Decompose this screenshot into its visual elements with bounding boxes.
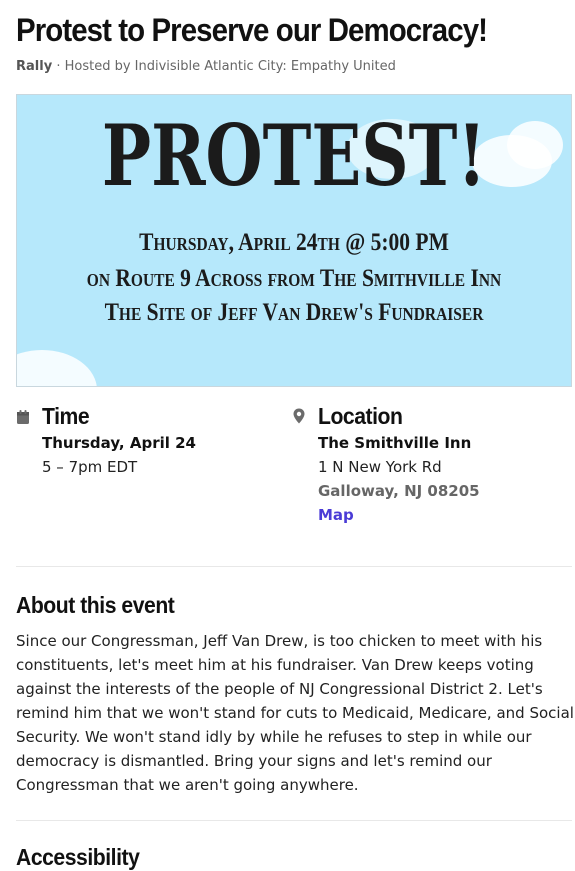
event-host: Hosted by Indivisible Atlantic City: Emp… [64,59,396,74]
event-page: Protest to Preserve our Democracy! Rally… [0,0,575,870]
location-heading: Location [318,403,403,429]
event-date: Thursday, April 24 [42,434,196,452]
event-type: Rally [16,59,53,74]
map-pin-icon [293,408,305,424]
venue-city: Galloway, NJ 08205 [318,482,480,500]
subline-separator: · [56,59,61,74]
about-body: Since our Congressman, Jeff Van Drew, is… [16,632,574,794]
banner-line-3: The Site of Jeff Van Drew's Fundraiser [104,299,484,326]
time-heading: Time [42,403,90,429]
calendar-icon [17,410,29,424]
event-banner-image: PROTEST! Thursday, April 24th @ 5:00 PM … [16,94,572,387]
banner-line-1: Thursday, April 24th @ 5:00 PM [139,229,449,256]
about-heading: About this event [16,592,175,618]
banner-headline: PROTEST! [101,106,487,205]
venue-street: 1 N New York Rd [318,458,442,476]
banner-cloud [507,121,563,169]
event-subline: Rally · Hosted by Indivisible Atlantic C… [16,59,396,74]
event-hours: 5 – 7pm EDT [42,458,138,476]
section-divider [16,566,572,567]
banner-line-2: on Route 9 Across from The Smithville In… [86,265,502,292]
event-title: Protest to Preserve our Democracy! [16,12,488,48]
banner-cloud [17,350,97,386]
map-link[interactable]: Map [318,506,354,524]
section-divider [16,820,572,821]
accessibility-heading: Accessibility [16,844,140,870]
venue-name: The Smithville Inn [318,434,472,452]
